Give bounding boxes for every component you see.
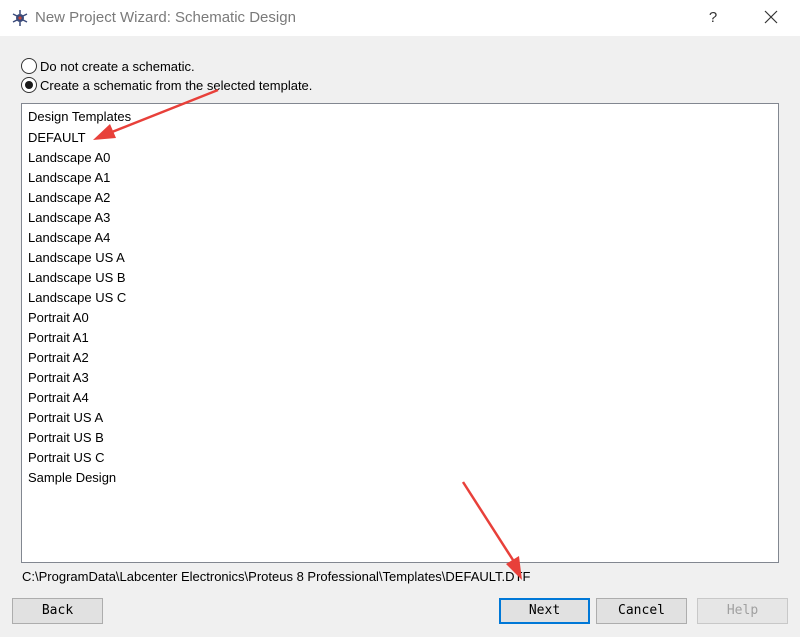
list-item[interactable]: Landscape A4 [28, 228, 110, 248]
list-item[interactable]: Landscape A3 [28, 208, 110, 228]
list-item[interactable]: Landscape US C [28, 288, 126, 308]
list-item[interactable]: Sample Design [28, 468, 116, 488]
from-template-label: Create a schematic from the selected tem… [40, 77, 313, 93]
list-item[interactable]: Landscape A1 [28, 168, 110, 188]
list-item[interactable]: Portrait A0 [28, 308, 89, 328]
proteus-app-icon [12, 10, 28, 26]
cancel-button[interactable]: Cancel [596, 598, 687, 624]
list-item[interactable]: Portrait A1 [28, 328, 89, 348]
list-item[interactable]: Portrait A3 [28, 368, 89, 388]
list-item[interactable]: Portrait US C [28, 448, 105, 468]
list-item[interactable]: Portrait A2 [28, 348, 89, 368]
close-icon [764, 10, 778, 24]
window-close-button[interactable] [754, 0, 790, 36]
list-item[interactable]: Portrait US A [28, 408, 103, 428]
from-template-radio[interactable] [21, 77, 37, 93]
no-schematic-option[interactable]: Do not create a schematic. [21, 57, 195, 75]
template-path-label: C:\ProgramData\Labcenter Electronics\Pro… [22, 569, 531, 584]
template-item-design-templates[interactable]: Design Templates [28, 107, 131, 127]
help-button[interactable]: Help [697, 598, 788, 624]
next-button[interactable]: Next [499, 598, 590, 624]
list-item[interactable]: Landscape US A [28, 248, 125, 268]
no-schematic-label: Do not create a schematic. [40, 58, 195, 74]
from-template-option[interactable]: Create a schematic from the selected tem… [21, 76, 312, 94]
back-button[interactable]: Back [12, 598, 103, 624]
template-listbox[interactable]: Design Templates DEFAULT Landscape A0 La… [21, 103, 779, 563]
list-item[interactable]: Portrait US B [28, 428, 104, 448]
list-item[interactable]: Portrait A4 [28, 388, 89, 408]
no-schematic-radio[interactable] [21, 58, 37, 74]
list-item[interactable]: Landscape A2 [28, 188, 110, 208]
list-item[interactable]: Landscape US B [28, 268, 126, 288]
template-item-default[interactable]: DEFAULT [28, 128, 86, 148]
title-help-button[interactable]: ? [698, 0, 728, 36]
window-title: New Project Wizard: Schematic Design [35, 9, 296, 26]
title-bar: New Project Wizard: Schematic Design ? [0, 0, 800, 36]
list-item[interactable]: Landscape A0 [28, 148, 110, 168]
